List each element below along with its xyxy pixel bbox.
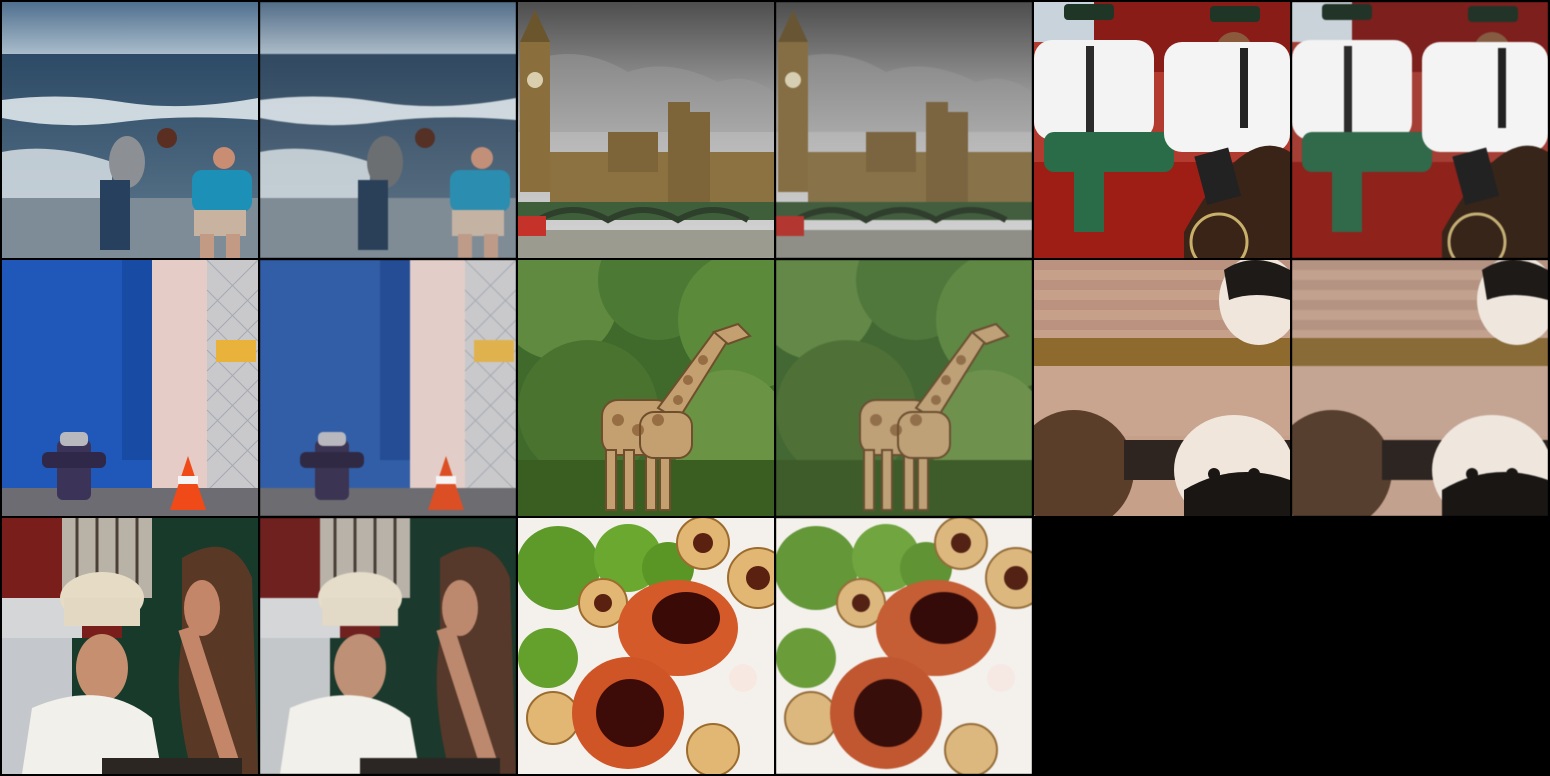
parliament-photo <box>776 2 1032 258</box>
food-photo <box>518 518 774 774</box>
carriage-drivers-original-image <box>1034 2 1290 258</box>
cats-photo <box>1034 260 1290 516</box>
giraffes-photo <box>518 260 774 516</box>
empty-tile <box>1292 518 1548 774</box>
parliament-reconstruction-image <box>776 2 1032 258</box>
giraffes-reconstruction-image <box>776 260 1032 516</box>
giraffes-photo <box>776 260 1032 516</box>
food-reconstruction-image <box>776 518 1032 774</box>
image-grid <box>0 0 1550 776</box>
hydrant-photo <box>260 260 516 516</box>
parliament-photo <box>518 2 774 258</box>
cats-photo <box>1292 260 1548 516</box>
hydrant-original-image <box>2 260 258 516</box>
beach-original-image <box>2 2 258 258</box>
carriage-drivers-photo <box>1292 2 1548 258</box>
dinner-photo <box>2 518 258 774</box>
food-photo <box>776 518 1032 774</box>
hydrant-photo <box>2 260 258 516</box>
beach-photo <box>2 2 258 258</box>
carriage-drivers-photo <box>1034 2 1290 258</box>
cats-original-image <box>1034 260 1290 516</box>
cats-reconstruction-image <box>1292 260 1548 516</box>
giraffes-original-image <box>518 260 774 516</box>
beach-photo <box>260 2 516 258</box>
dinner-original-image <box>2 518 258 774</box>
carriage-drivers-reconstruction-image <box>1292 2 1548 258</box>
hydrant-reconstruction-image <box>260 260 516 516</box>
parliament-original-image <box>518 2 774 258</box>
dinner-reconstruction-image <box>260 518 516 774</box>
empty-tile <box>1034 518 1290 774</box>
beach-reconstruction-image <box>260 2 516 258</box>
dinner-photo <box>260 518 516 774</box>
food-original-image <box>518 518 774 774</box>
